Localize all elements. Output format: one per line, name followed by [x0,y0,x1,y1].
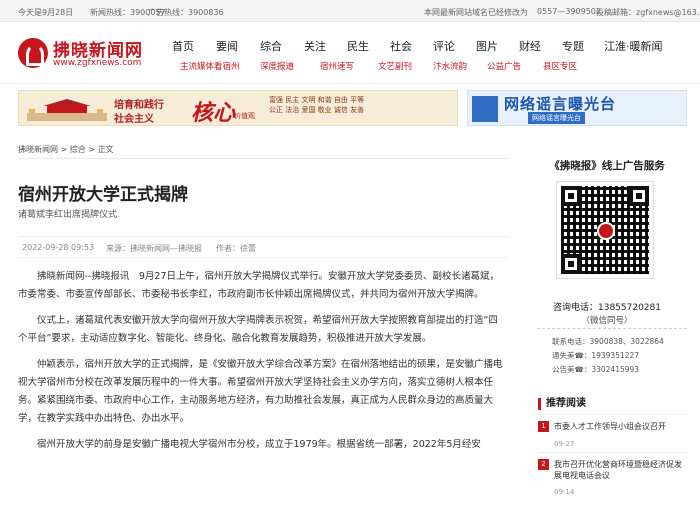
nav-item-general[interactable]: 综合 [260,38,304,54]
breadcrumb[interactable]: 拂晓新闻网 > 综合 > 正文 [18,144,114,155]
logo-url: www.zgfxnews.com [53,58,142,68]
subnav-item-indepth[interactable]: 深度报道 [260,60,320,72]
subnav-item-mainstream[interactable]: 主流媒体看宿州 [180,60,260,72]
recommended-heading: 推荐阅读 [538,398,586,410]
subnav-item-bianshui[interactable]: 汴水流韵 [433,60,487,72]
list-item-title[interactable]: 市委人才工作领导小组会议召开 [554,421,684,432]
main-nav: 首页 要闻 综合 关注 民生 社会 评论 图片 财经 专题 江淮·暖新闻 [172,38,690,54]
article-source: 来源：拂晓新闻网—拂晓报 [106,244,202,253]
banner-line1: 培育和践行 [114,100,164,111]
rumor-banner-sub: 网络谣言曝光台 [528,112,585,124]
list-item[interactable]: 1 市委人才工作领导小组会议召开 [538,421,688,432]
article-subtitle: 诸葛斌李红出席揭牌仪式 [18,210,118,220]
sub-nav: 主流媒体看宿州 深度报道 宿州速写 文艺副刊 汴水流韵 公益广告 县区专区 [172,60,690,72]
sidebar-phone: 咨询电话：13855720281 [553,303,661,313]
nav-item-news[interactable]: 要闻 [216,38,260,54]
article-body: 拂晓新闻网--拂晓报讯 9月27日上午，宿州开放大学揭牌仪式举行。安徽开放大学党… [18,268,503,462]
rumor-exposure-banner[interactable]: 网络谣言曝光台 网络谣言曝光台 [467,90,687,126]
subnav-item-county[interactable]: 县区专区 [543,60,599,72]
today-date: 今天是9月28日 [18,8,74,17]
tiananmen-skyline-icon [27,99,107,121]
breadcrumb-divider [18,158,508,159]
logo-emblem-icon [18,38,48,68]
contact-line: 公告美☎：3302415993 [552,365,640,374]
article-date: 2022-09-28 09:53 [22,243,95,252]
core-values-banner[interactable]: 培育和践行 社会主义 核心 价值观 富强 民主 文明 和谐 自由 平等 公正 法… [18,90,458,126]
subnav-item-literary[interactable]: 文艺副刊 [378,60,433,72]
nav-item-home[interactable]: 首页 [172,38,216,54]
article-meta: 2022-09-28 09:53 来源：拂晓新闻网—拂晓报 作者：徐蕾 [18,236,508,258]
banner-values: 富强 民主 文明 和谐 自由 平等 公正 法治 爱国 敬业 诚信 友善 [269,96,365,114]
ad-hotline: 广告热线：3900836 [148,8,224,17]
list-item[interactable]: 2 我市召开优化营商环境暨稳经济促发展电视电话会议 [538,459,688,481]
sidebar-wechat-note: （微信同号） [581,316,633,326]
nav-item-comment[interactable]: 评论 [433,38,476,54]
qr-logo-icon [597,222,615,240]
banner-small-text: 价值观 [234,112,255,120]
list-item-date: 09-27 [554,440,575,448]
site-header: 拂晓新闻网 www.zgfxnews.com 首页 要闻 综合 关注 民生 社会… [0,22,700,84]
subnav-item-sketch[interactable]: 宿州速写 [320,60,378,72]
nav-item-special[interactable]: 专题 [562,38,604,54]
nav-item-society[interactable]: 社会 [390,38,433,54]
rank-badge: 2 [538,459,549,470]
article-paragraph: 仲颖表示，宿州开放大学的正式揭牌，是《安徽开放大学综合改革方案》在宿州落地结出的… [18,359,503,424]
nav-item-photos[interactable]: 图片 [476,38,519,54]
site-logo[interactable]: 拂晓新闻网 www.zgfxnews.com [18,36,158,76]
article-paragraph: 仪式上，诸葛斌代表安徽开放大学向宿州开放大学揭牌表示祝贺，希望宿州开放大学按照教… [18,315,498,344]
list-item-title[interactable]: 我市召开优化营商环境暨稳经济促发展电视电话会议 [554,459,684,481]
nav-item-livelihood[interactable]: 民生 [347,38,390,54]
contact-line: 联系电话：3900838、3022864 [552,337,664,346]
recommended-divider [538,414,688,415]
article-paragraph: 拂晓新闻网--拂晓报讯 9月27日上午，宿州开放大学揭牌仪式举行。安徽开放大学党… [18,271,499,300]
banner-line2: 社会主义 [114,114,154,125]
wechat-qr-code-icon [556,181,654,279]
nav-item-focus[interactable]: 关注 [304,38,347,54]
contact-line: 通失美☎：1939351227 [552,351,640,360]
banner-big-text: 核心 [191,101,236,126]
contribute-email[interactable]: 投稿邮箱：zgfxnews@163.com [596,7,700,18]
list-item-date: 09-14 [554,488,575,496]
top-info-bar: 今天是9月28日 新闻热线：3900057 广告热线：3900836 本网最新网… [0,0,700,22]
domain-notice: 本网最新网站域名已经修改为 [424,8,528,17]
rumor-banner-title: 网络谣言曝光台 [504,95,617,113]
list-separator [538,452,688,453]
article-paragraph: 宿州开放大学的前身是安徽广播电视大学宿州市分校，成立于1979年。根据省统一部署… [37,439,481,450]
subnav-item-public-ads[interactable]: 公益广告 [487,60,543,72]
sidebar-divider [537,328,687,329]
shield-icon [472,96,498,122]
notice-phone: 0557—3909502 [537,7,601,16]
article-author: 作者：徐蕾 [216,244,256,253]
article-title: 宿州开放大学正式揭牌 [18,185,188,205]
nav-item-warm-news[interactable]: 江淮·暖新闻 [604,38,684,54]
rank-badge: 1 [538,421,549,432]
sidebar-ad-title: 《拂晓报》线上广告服务 [549,160,665,172]
nav-item-finance[interactable]: 财经 [519,38,562,54]
